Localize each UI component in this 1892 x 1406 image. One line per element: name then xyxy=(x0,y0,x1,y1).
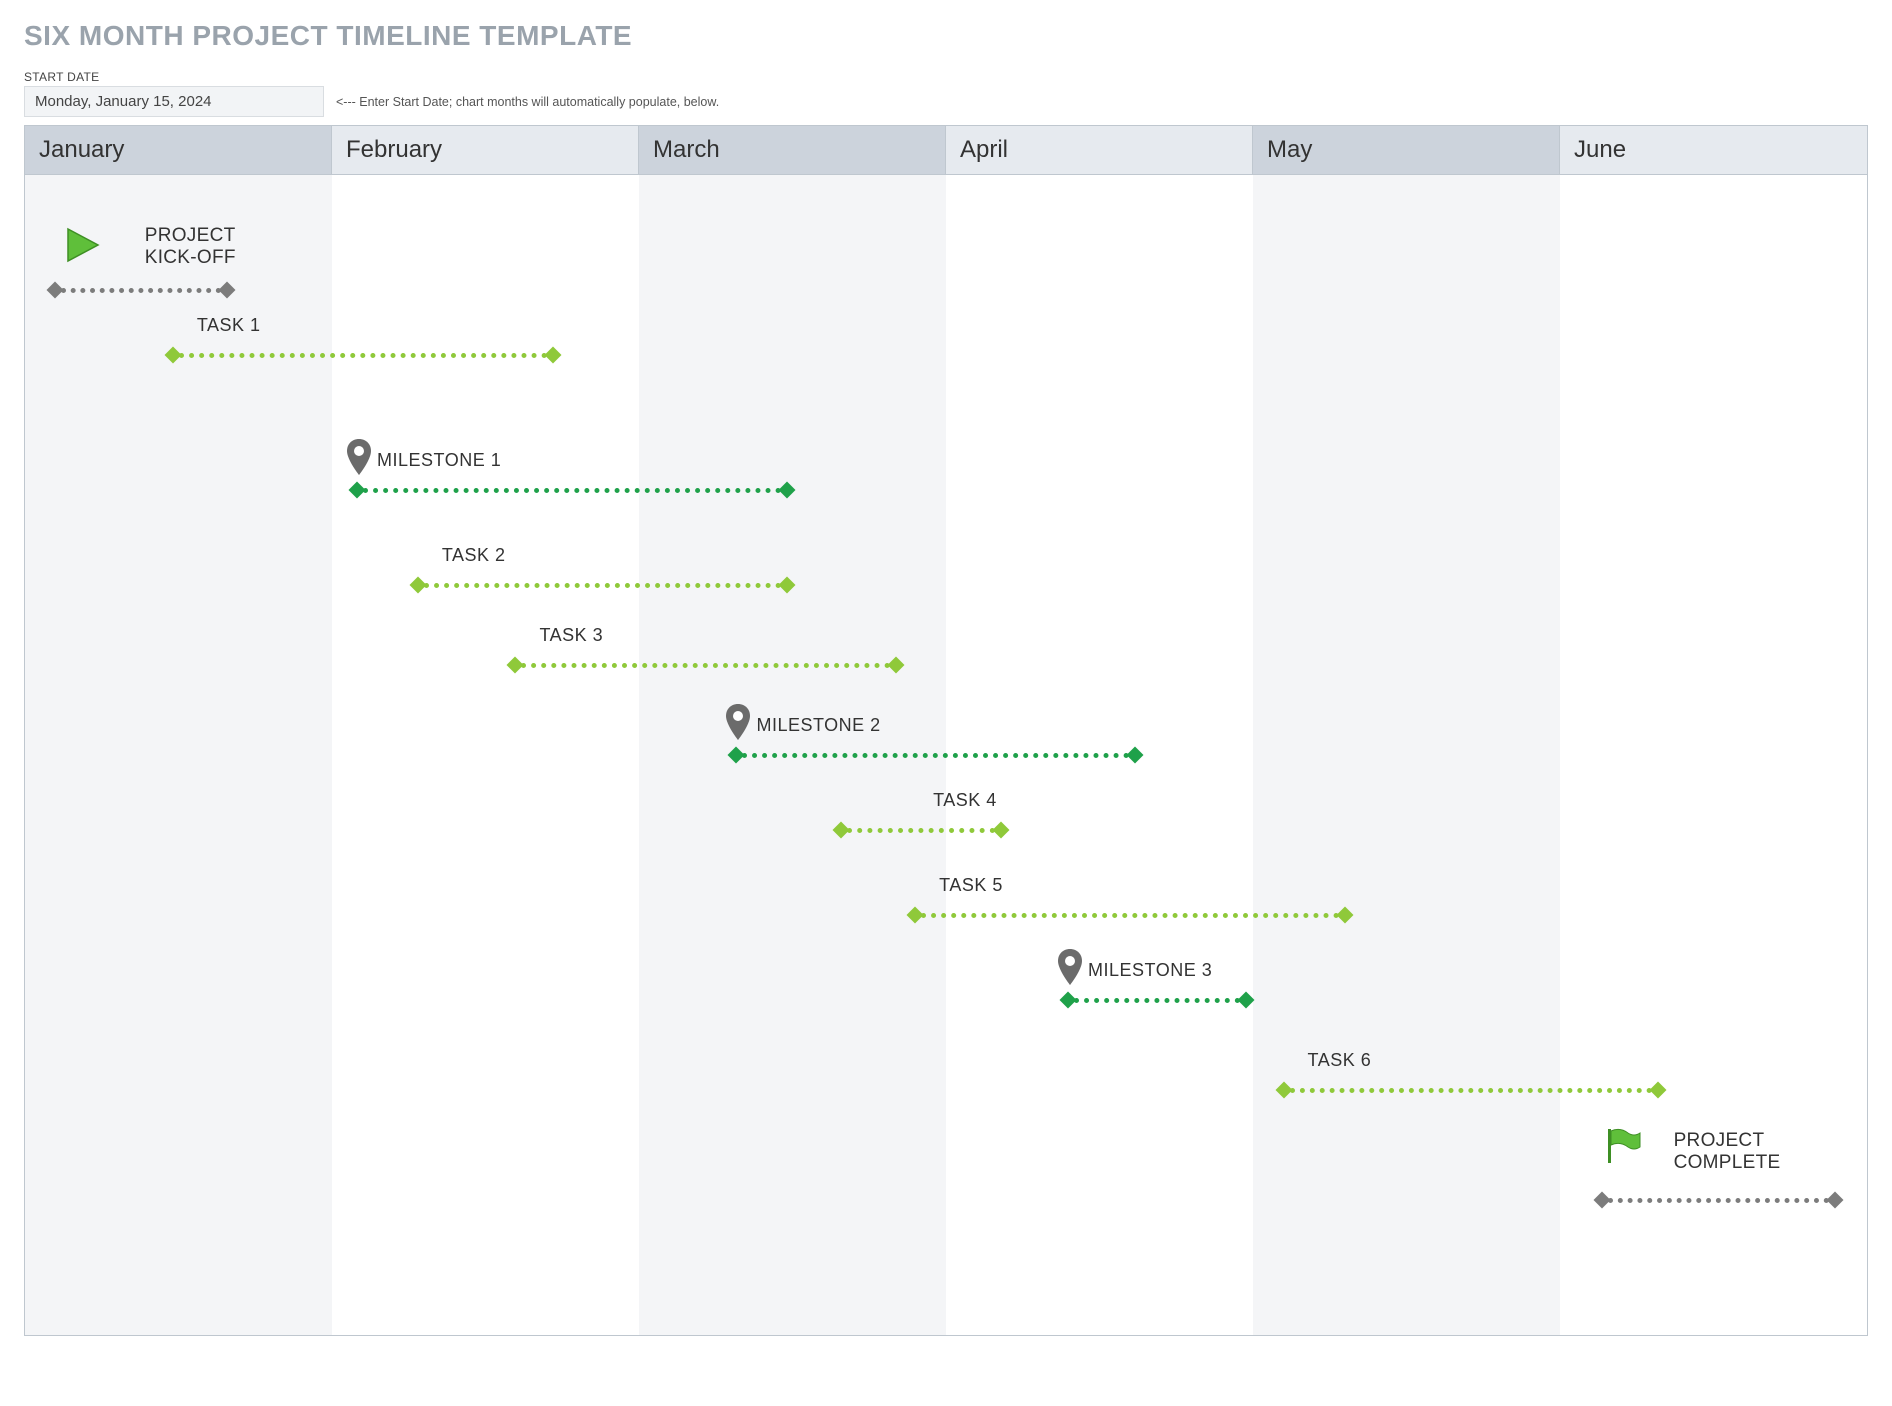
timeline-chart: January February March April May June PR… xyxy=(24,125,1868,1336)
month-april: April xyxy=(946,126,1253,174)
milestone2-bar: MILESTONE 2 xyxy=(730,740,1141,770)
map-pin-icon xyxy=(724,704,752,740)
month-march: March xyxy=(639,126,946,174)
kickoff-bar xyxy=(49,275,233,305)
play-triangle-icon xyxy=(62,225,102,265)
month-january: January xyxy=(25,126,332,174)
months-header: January February March April May June xyxy=(25,126,1867,175)
task6-bar: TASK 6 xyxy=(1278,1075,1665,1105)
task6-label: TASK 6 xyxy=(1308,1050,1372,1071)
task5-label: TASK 5 xyxy=(939,875,1003,896)
map-pin-icon xyxy=(1056,949,1084,985)
task5-bar: TASK 5 xyxy=(909,900,1351,930)
chart-body: PROJECT KICK-OFF TASK 1 MILESTONE 1 TASK… xyxy=(25,175,1867,1335)
flag-icon xyxy=(1602,1125,1642,1165)
task1-bar: TASK 1 xyxy=(167,340,559,370)
map-pin-icon xyxy=(345,439,373,475)
month-june: June xyxy=(1560,126,1867,174)
milestone1-label: MILESTONE 1 xyxy=(377,450,501,471)
start-date-input[interactable]: Monday, January 15, 2024 xyxy=(24,86,324,117)
task1-label: TASK 1 xyxy=(197,315,261,336)
milestone3-label: MILESTONE 3 xyxy=(1088,960,1212,981)
milestone1-bar: MILESTONE 1 xyxy=(351,475,793,505)
task4-label: TASK 4 xyxy=(933,790,997,811)
start-date-label: START DATE xyxy=(24,70,1868,84)
milestone3-bar: MILESTONE 3 xyxy=(1062,985,1252,1015)
page-title: SIX MONTH PROJECT TIMELINE TEMPLATE xyxy=(24,20,1868,52)
complete-label: PROJECT COMPLETE xyxy=(1674,1130,1781,1174)
task2-bar: TASK 2 xyxy=(412,570,793,600)
task3-label: TASK 3 xyxy=(539,625,603,646)
milestone2-label: MILESTONE 2 xyxy=(756,715,880,736)
month-may: May xyxy=(1253,126,1560,174)
month-february: February xyxy=(332,126,639,174)
task3-bar: TASK 3 xyxy=(509,650,901,680)
start-date-hint: <--- Enter Start Date; chart months will… xyxy=(336,95,719,109)
task2-label: TASK 2 xyxy=(442,545,506,566)
complete-bar xyxy=(1596,1185,1841,1215)
start-date-section: START DATE Monday, January 15, 2024 <---… xyxy=(24,70,1868,117)
task4-bar: TASK 4 xyxy=(835,815,1006,845)
kickoff-label: PROJECT KICK-OFF xyxy=(145,225,236,269)
